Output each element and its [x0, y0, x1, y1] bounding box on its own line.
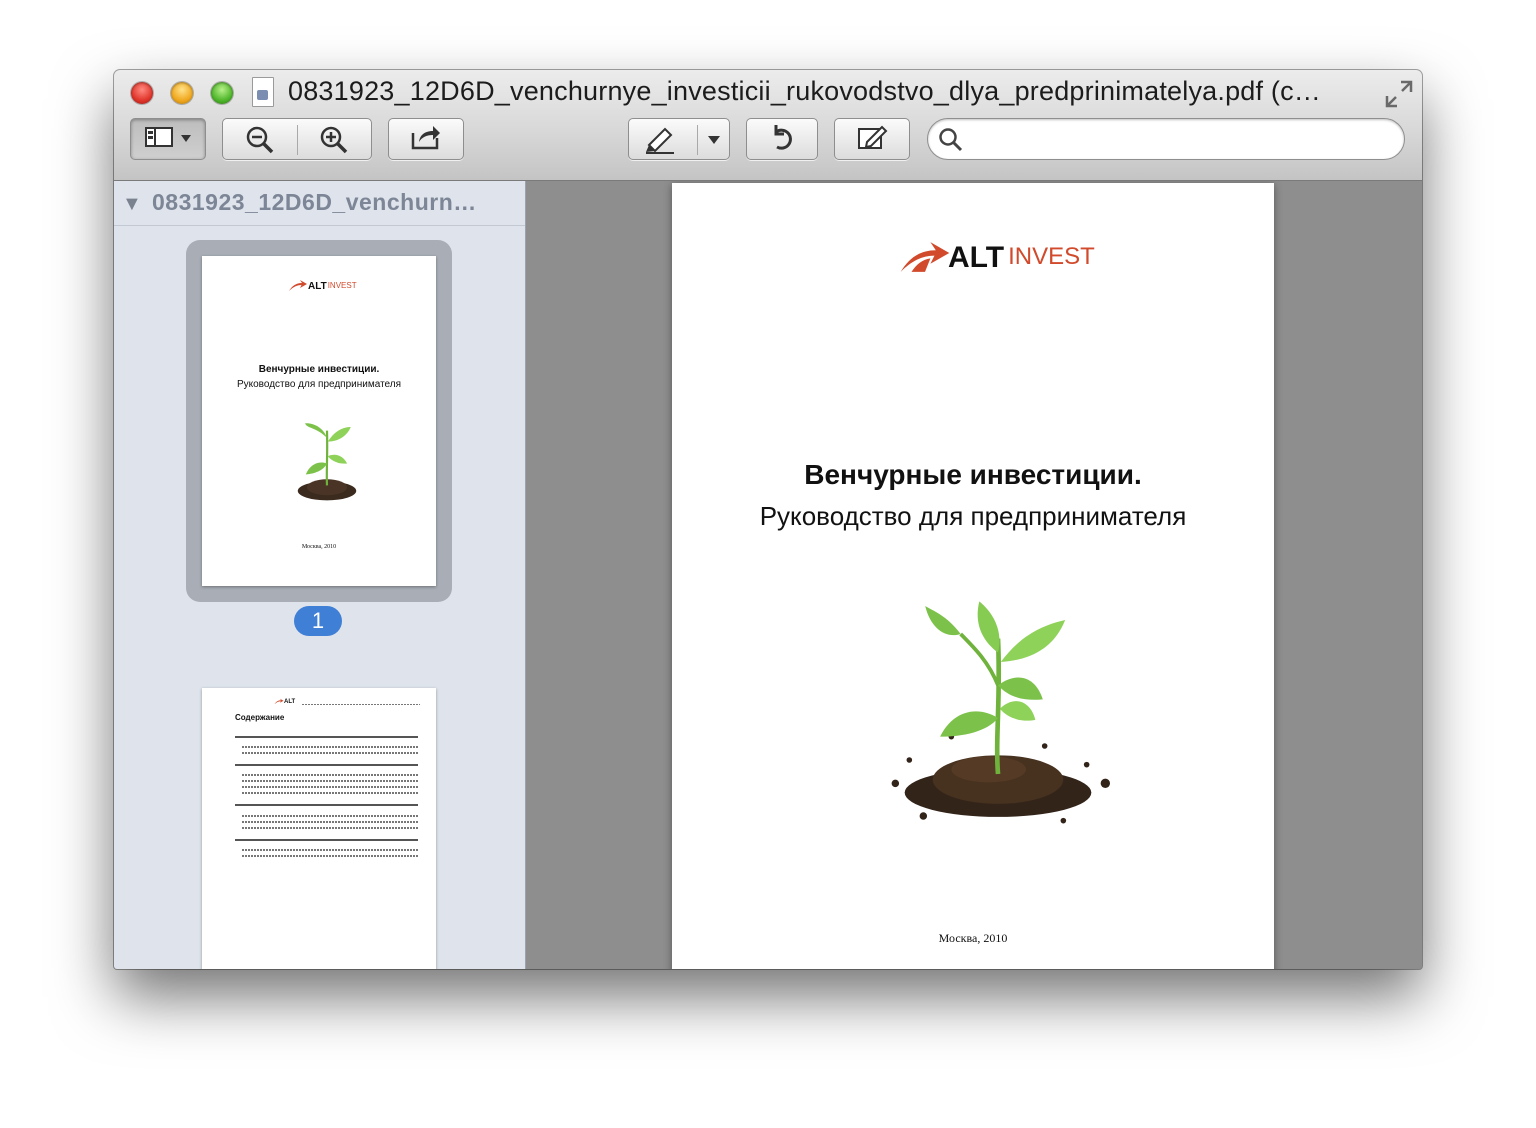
chevron-down-icon[interactable]: [707, 133, 721, 151]
sidebar-view-button[interactable]: [130, 118, 206, 160]
toc-line: [235, 736, 418, 738]
running-header: [302, 704, 420, 705]
zoom-in-icon[interactable]: [319, 125, 349, 160]
page-number-badge: 1: [294, 606, 342, 636]
window-title: 0831923_12D6D_venchurnye_investicii_ruko…: [288, 76, 1322, 106]
share-icon: [410, 123, 442, 156]
toc-line: [242, 746, 418, 748]
highlight-button[interactable]: [628, 118, 730, 160]
sidebar-icon: [144, 125, 174, 154]
segment-divider: [297, 125, 298, 155]
toc-line: [242, 780, 418, 782]
chevron-down-icon: [180, 130, 192, 148]
document-canvas[interactable]: ALT INVEST Венчурные инвестиции. Руковод…: [526, 181, 1422, 969]
thumb-logo-alt: ALT: [308, 281, 327, 292]
rotate-button[interactable]: [746, 118, 818, 160]
thumbnail-page-1[interactable]: ALT INVEST Венчурные инвестиции. Руковод…: [202, 256, 436, 586]
rotate-icon: [768, 122, 796, 157]
pdf-document-icon: [252, 77, 274, 107]
seedling-illustration: [891, 601, 1110, 824]
sidebar-document-name: 0831923_12D6D_venchurn…: [152, 189, 477, 215]
toc-line: [242, 752, 418, 754]
preview-window: 0831923_12D6D_venchurnye_investicii_ruko…: [114, 70, 1422, 969]
toc-line: [235, 764, 418, 766]
thumb-footer: Москва, 2010: [301, 544, 337, 550]
thumb-logo: ALT INVEST: [288, 279, 357, 292]
logo-alt-text: ALT: [948, 241, 1005, 274]
zoom-control: [222, 118, 372, 160]
toc-line: [242, 827, 418, 829]
toc-line: [242, 786, 418, 788]
thumb-subtitle: Руководство для предпринимателя: [236, 379, 402, 390]
toc-line: [242, 774, 418, 776]
thumbnail-sidebar[interactable]: ▼ 0831923_12D6D_venchurn… ALT INVEST Вен…: [114, 181, 526, 969]
thumbnail-page-2[interactable]: ALT Содержание: [202, 688, 436, 969]
thumb2-toc-heading: Содержание: [235, 713, 285, 722]
edit-toolbar-button[interactable]: [834, 118, 910, 160]
toc-line: [242, 855, 418, 857]
disclosure-triangle-icon[interactable]: ▼: [122, 193, 142, 216]
toc-line: [242, 849, 418, 851]
share-button[interactable]: [388, 118, 464, 160]
document-subtitle: Руководство для предпринимателя: [759, 501, 1187, 531]
thumb2-logo-alt: ALT: [284, 699, 296, 705]
close-window-button[interactable]: [131, 82, 153, 104]
logo-invest-text: INVEST: [1008, 243, 1095, 270]
minimize-window-button[interactable]: [171, 82, 193, 104]
thumb-logo-invest: INVEST: [327, 281, 357, 290]
segment-divider: [697, 125, 698, 155]
toc-line: [242, 815, 418, 817]
title-bar: 0831923_12D6D_venchurnye_investicii_ruko…: [114, 70, 1422, 181]
fullscreen-icon[interactable]: [1384, 79, 1414, 109]
zoom-out-icon[interactable]: [245, 125, 275, 160]
zoom-window-button[interactable]: [211, 82, 233, 104]
altinvest-logo-icon: [900, 242, 950, 272]
pdf-page-1[interactable]: ALT INVEST Венчурные инвестиции. Руковод…: [672, 183, 1274, 969]
toc-line: [235, 804, 418, 806]
seedling-illustration: [297, 423, 357, 501]
thumb2-logo: ALT: [274, 698, 295, 705]
toc-line: [242, 792, 418, 794]
search-icon: [938, 127, 964, 158]
document-title: Венчурные инвестиции.: [804, 459, 1142, 490]
altinvest-logo: ALT INVEST: [898, 239, 1095, 275]
highlight-icon: [643, 125, 677, 160]
sidebar-header[interactable]: ▼ 0831923_12D6D_venchurn…: [114, 181, 525, 226]
edit-icon: [856, 123, 888, 156]
thumb-title: Венчурные инвестиции.: [258, 364, 380, 375]
toc-line: [242, 821, 418, 823]
search-input[interactable]: [972, 125, 1396, 155]
document-footer: Москва, 2010: [938, 931, 1008, 945]
altinvest-logo-icon: [289, 280, 307, 291]
search-field[interactable]: [927, 118, 1405, 160]
toc-line: [235, 839, 418, 841]
